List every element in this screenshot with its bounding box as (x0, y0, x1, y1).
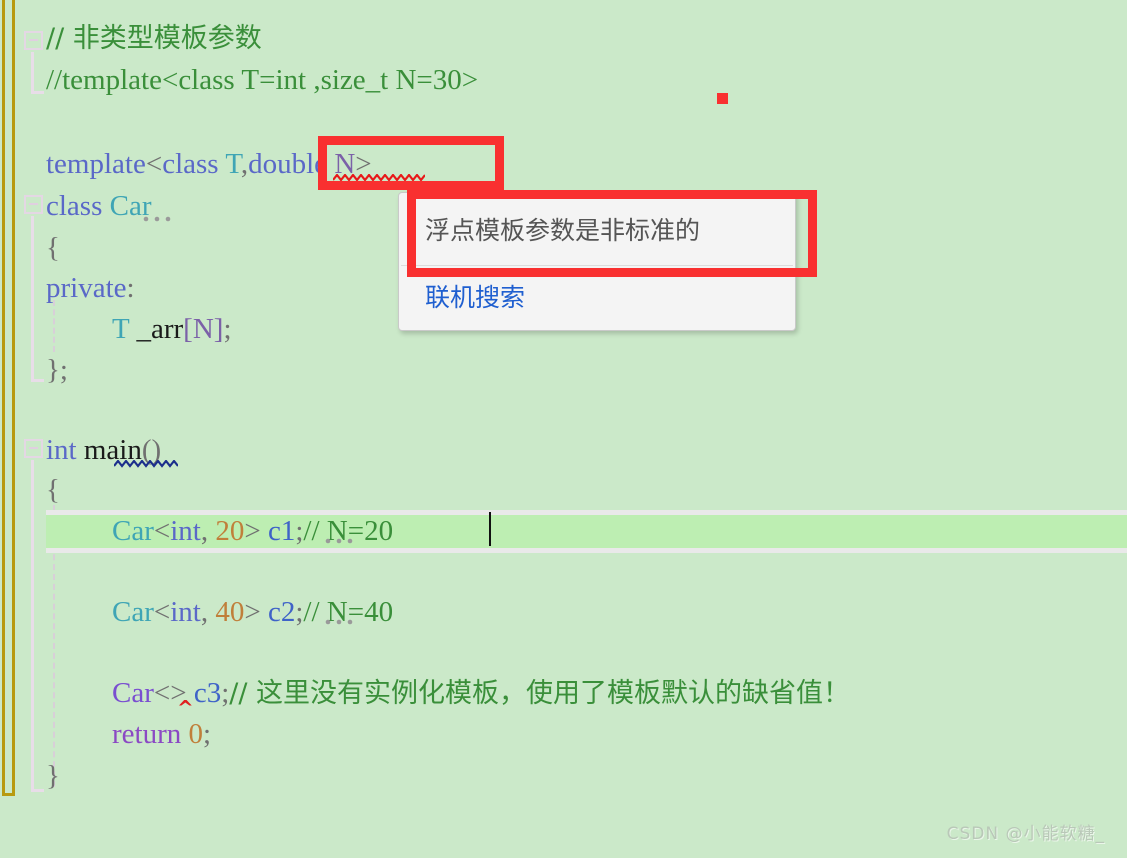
fold-toggle-main[interactable] (24, 439, 43, 458)
fold-toggle-comment-block[interactable] (24, 31, 43, 50)
comment-token: // 非类型模板参数 (46, 23, 262, 54)
code-line-c3[interactable]: Car<> c3;// 这里没有实例化模板，使用了模板默认的缺省值！ (112, 673, 850, 714)
unsaved-changes-bar (2, 0, 15, 796)
keyword-template: template (46, 148, 146, 180)
type-param-T: T (225, 148, 241, 180)
member-name-arr: _arr (136, 313, 184, 345)
fold-region-class-car (31, 216, 44, 382)
template-arg-40: 40 (215, 596, 245, 628)
code-line-member-arr[interactable]: T _arr[N]; (112, 309, 232, 350)
quick-actions-dots-car[interactable] (143, 216, 181, 224)
code-line-class-car[interactable]: class Car (46, 186, 152, 227)
angle-open: < (153, 515, 171, 547)
keyword-int: int (46, 434, 77, 466)
text-cursor (489, 512, 491, 546)
bracket-close: ] (213, 313, 224, 345)
angle-open: < (145, 148, 163, 180)
keyword-return: return (112, 718, 182, 750)
code-line-private[interactable]: private: (46, 268, 135, 309)
code-line-class-close[interactable]: }; (46, 350, 68, 391)
bracket-open: [ (183, 313, 193, 345)
fold-toggle-class-car[interactable] (24, 195, 43, 214)
class-name-car: Car (112, 596, 154, 628)
template-arg-int: int (170, 596, 201, 628)
angle-close: > (244, 596, 261, 628)
annotation-box-double-param (318, 136, 504, 190)
template-arg-int: int (170, 515, 201, 547)
keyword-class: class (46, 190, 103, 222)
fold-region-main (31, 460, 44, 792)
semicolon: ; (203, 718, 212, 750)
brace-close-semi: }; (46, 354, 68, 386)
variable-c3: c3 (193, 677, 222, 709)
code-line-return[interactable]: return 0; (112, 714, 211, 755)
comment-c3: // 这里没有实例化模板，使用了模板默认的缺省值！ (229, 678, 851, 709)
keyword-class: class (162, 148, 219, 180)
annotation-box-tooltip-message (407, 190, 817, 277)
angle-close: > (244, 515, 261, 547)
code-line-main-close-brace[interactable]: } (46, 756, 60, 797)
template-arg-20: 20 (215, 515, 245, 547)
keyword-double: double (248, 148, 328, 180)
keyword-private: private (46, 272, 127, 304)
brace-open: { (46, 474, 60, 506)
literal-zero: 0 (188, 718, 204, 750)
angle-open: < (153, 596, 171, 628)
code-line-1[interactable]: // 非类型模板参数 (46, 18, 262, 59)
variable-c2: c2 (267, 596, 296, 628)
brace-close: } (46, 760, 60, 792)
colon: : (126, 272, 135, 304)
class-name-car: Car (112, 677, 154, 709)
annotation-dot (717, 93, 728, 104)
member-type-T: T (112, 313, 130, 345)
info-squiggle-main (114, 460, 178, 468)
bracket-size-N: N (192, 313, 214, 345)
comment-token: //template<class T=int ,size_t N=30> (46, 64, 479, 96)
brace-open: { (46, 232, 60, 264)
code-line-main-open-brace[interactable]: { (46, 470, 60, 511)
code-line-2[interactable]: //template<class T=int ,size_t N=30> (46, 60, 478, 101)
code-editor[interactable]: // 非类型模板参数 //template<class T=int ,size_… (0, 0, 1127, 858)
variable-c1: c1 (267, 515, 296, 547)
csdn-watermark: CSDN @小能软糖_ (946, 824, 1105, 844)
fold-region-line-comment (31, 52, 44, 94)
quick-actions-dots-c1[interactable] (325, 538, 363, 546)
semicolon: ; (223, 313, 232, 345)
class-name-car: Car (112, 515, 154, 547)
quick-actions-dots-c2[interactable] (325, 619, 363, 627)
code-line-class-open-brace[interactable]: { (46, 228, 60, 269)
